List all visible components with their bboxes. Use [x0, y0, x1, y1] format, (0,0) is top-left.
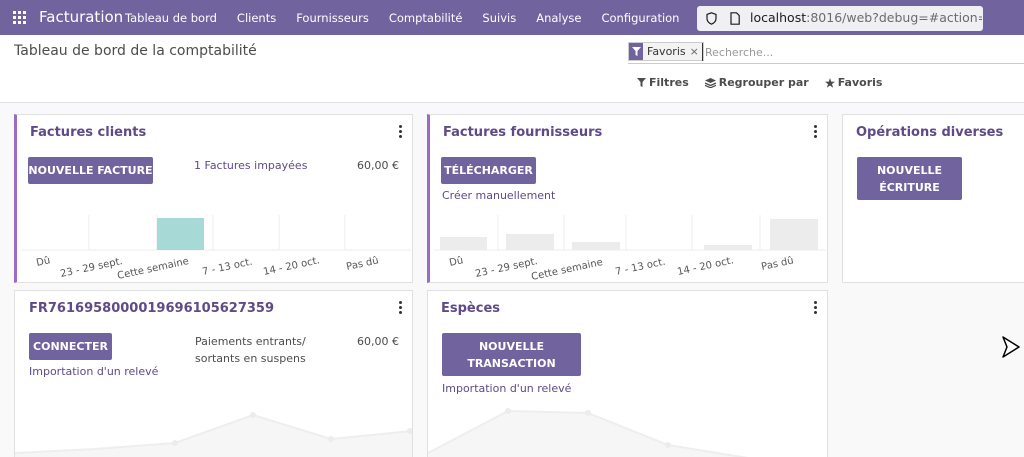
- bar-this-week[interactable]: [572, 242, 620, 250]
- bank-balance-chart[interactable]: [15, 291, 412, 457]
- tick-label: Pas dû: [760, 254, 795, 273]
- menu-item-vendors[interactable]: Fournisseurs: [296, 11, 369, 25]
- customer-invoices-chart[interactable]: Dû 23 - 29 sept. Cette semaine 7 - 13 oc…: [17, 115, 413, 282]
- filters-button[interactable]: Filtres: [637, 76, 689, 89]
- bar-this-week[interactable]: [157, 218, 204, 250]
- new-entry-label-2: ÉCRITURE: [879, 180, 940, 194]
- menu-item-accounting[interactable]: Comptabilité: [389, 11, 463, 25]
- tick-label: 14 - 20 oct.: [676, 255, 734, 278]
- tick-label: Dû: [35, 254, 51, 269]
- menu-item-configuration[interactable]: Configuration: [601, 11, 679, 25]
- browser-url-bar[interactable]: localhost:8016/web?debug=#action=2: [697, 6, 983, 31]
- card-cash: Espèces NOUVELLE TRANSACTION Importation…: [427, 290, 828, 457]
- card-title[interactable]: Opérations diverses: [856, 125, 1003, 140]
- tick-label: 7 - 13 oct.: [614, 257, 666, 278]
- filters-label: Filtres: [649, 76, 689, 89]
- facet-close-icon[interactable]: ×: [690, 45, 703, 58]
- top-navbar: Facturation Tableau de bord Clients Four…: [0, 0, 1024, 35]
- page-icon: [730, 12, 740, 25]
- new-entry-label-1: NOUVELLE: [876, 163, 943, 177]
- tick-label: Dû: [448, 254, 464, 269]
- filter-icon: [637, 78, 646, 87]
- shield-icon[interactable]: [706, 12, 717, 25]
- balance-point[interactable]: [328, 436, 334, 442]
- menu-item-customers[interactable]: Clients: [237, 11, 276, 25]
- tick-label: Cette semaine: [116, 256, 190, 282]
- layers-icon: [704, 77, 716, 88]
- bar-oct-14-20[interactable]: [704, 245, 752, 250]
- card-vendor-bills: Factures fournisseurs TÉLÉCHARGER Créer …: [427, 114, 828, 283]
- apps-menu-icon[interactable]: [13, 11, 26, 24]
- search-facet-favorites[interactable]: Favoris ×: [628, 42, 704, 61]
- favorites-button[interactable]: Favoris: [824, 76, 883, 89]
- groupby-label: Regrouper par: [718, 76, 809, 89]
- mouse-cursor-icon: [1002, 336, 1020, 358]
- tick-label: 7 - 13 oct.: [201, 257, 253, 278]
- cash-balance-chart[interactable]: [428, 291, 827, 457]
- search-options: Filtres Regrouper par Favoris: [637, 76, 898, 89]
- balance-point[interactable]: [665, 442, 671, 448]
- tick-label: 23 - 29 sept.: [474, 256, 538, 280]
- app-title[interactable]: Facturation: [39, 8, 123, 26]
- menu-item-reporting[interactable]: Analyse: [536, 11, 581, 25]
- new-entry-button[interactable]: NOUVELLE ÉCRITURE: [857, 157, 962, 200]
- card-bank-account: FR7616958000019696105627359 CONNECTER Im…: [14, 290, 413, 457]
- bar-due[interactable]: [440, 237, 487, 250]
- vendor-bills-chart[interactable]: Dû 23 - 29 sept. Cette semaine 7 - 13 oc…: [430, 115, 828, 282]
- tick-label: Pas dû: [345, 254, 380, 273]
- bar-not-due[interactable]: [770, 219, 818, 250]
- balance-point[interactable]: [250, 412, 256, 418]
- card-customer-invoices: Factures clients NOUVELLE FACTURE 1 Fact…: [14, 114, 413, 283]
- card-misc-operations: Opérations diverses NOUVELLE ÉCRITURE: [842, 114, 1024, 283]
- main-menu: Tableau de bord Clients Fournisseurs Com…: [125, 11, 699, 25]
- balance-point[interactable]: [505, 408, 511, 414]
- page-title: Tableau de bord de la comptabilité: [14, 43, 257, 59]
- tick-label: 23 - 29 sept.: [59, 256, 123, 280]
- facet-label: Favoris: [647, 45, 686, 58]
- menu-item-dashboard[interactable]: Tableau de bord: [125, 11, 217, 25]
- search-box: Favoris ×: [628, 42, 1024, 64]
- favorites-label: Favoris: [837, 76, 883, 89]
- tick-label: Cette semaine: [530, 257, 604, 282]
- control-panel: Tableau de bord de la comptabilité Favor…: [0, 35, 1024, 103]
- filter-icon: [629, 43, 643, 60]
- tick-label: 14 - 20 oct.: [262, 255, 320, 278]
- url-text[interactable]: localhost:8016/web?debug=#action=2: [750, 10, 982, 25]
- menu-item-followup[interactable]: Suivis: [482, 11, 516, 25]
- balance-point[interactable]: [172, 440, 178, 446]
- bar-sep-23-29[interactable]: [506, 234, 554, 250]
- star-icon: [824, 77, 835, 88]
- search-input[interactable]: [702, 43, 1002, 61]
- groupby-button[interactable]: Regrouper par: [704, 76, 809, 89]
- balance-point[interactable]: [585, 410, 591, 416]
